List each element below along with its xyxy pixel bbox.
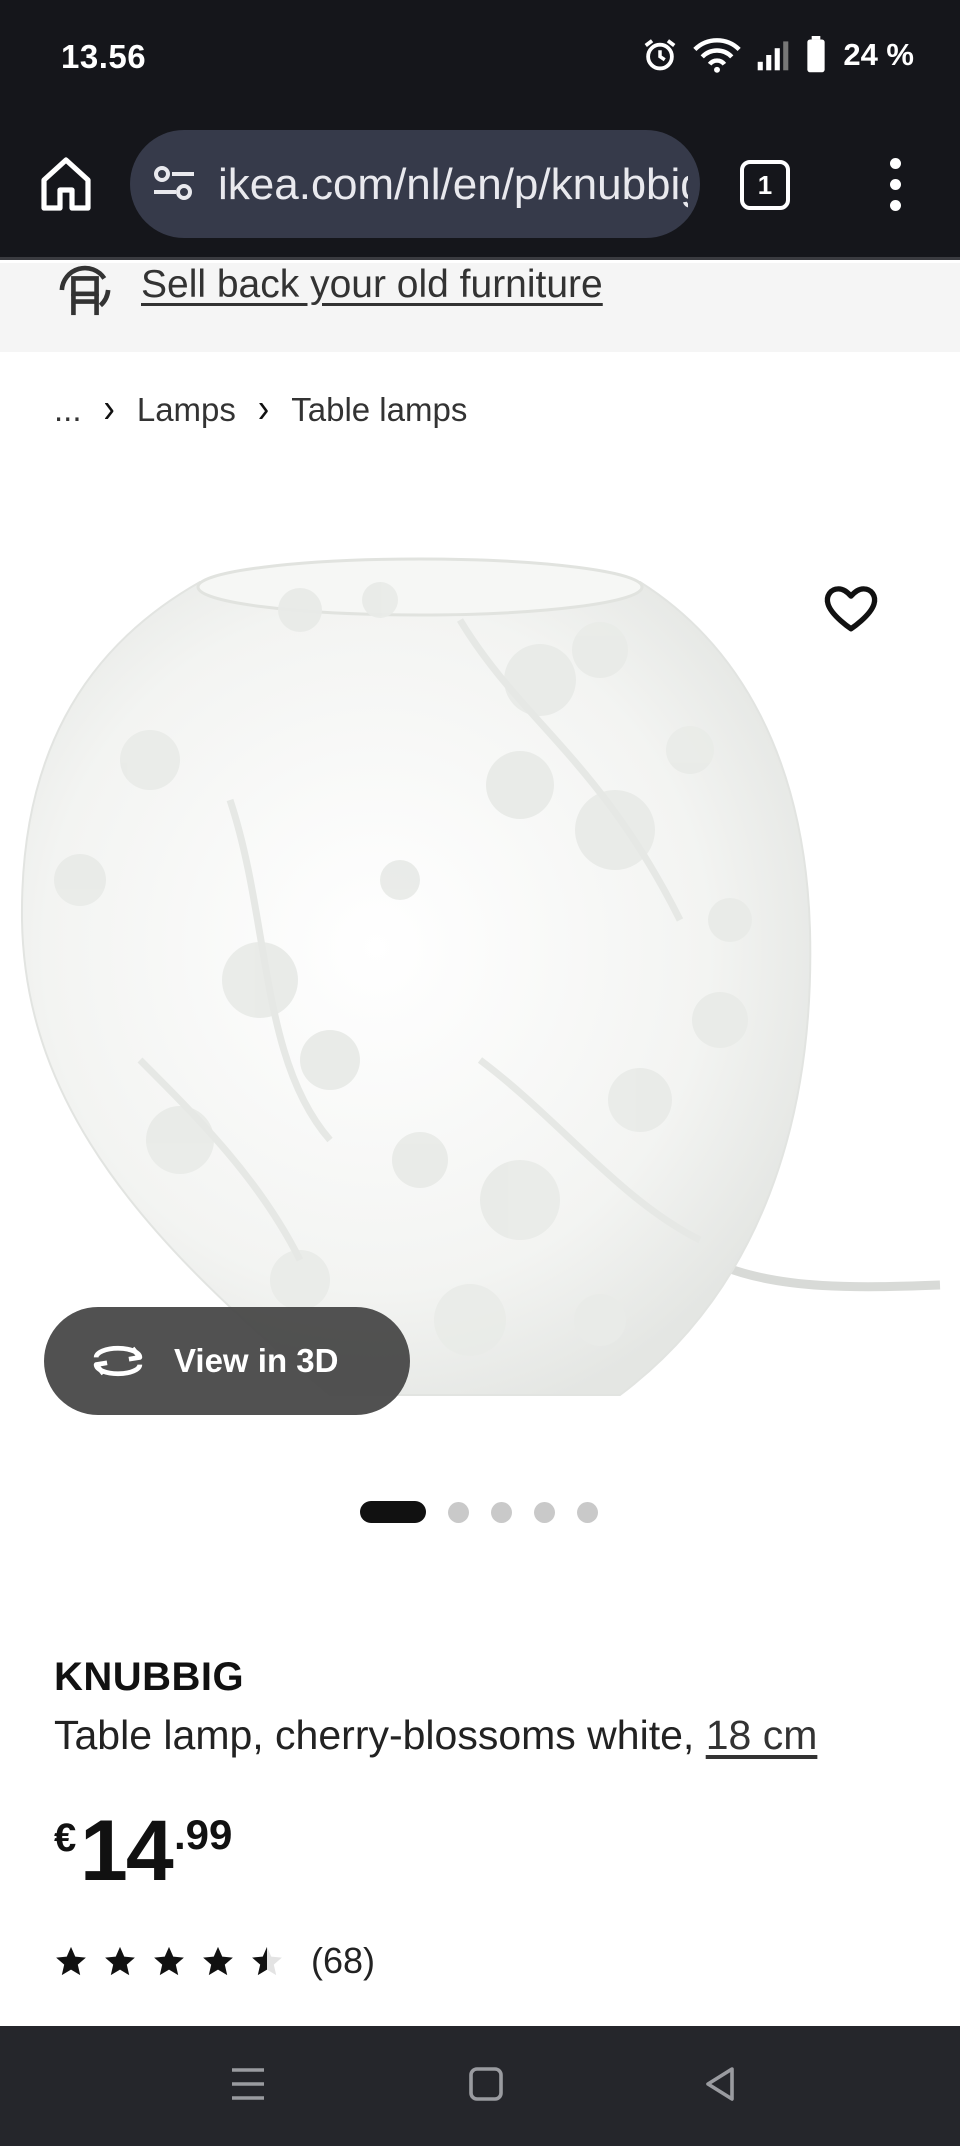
product-size-link[interactable]: 18 cm <box>706 1712 818 1758</box>
url-text[interactable]: ikea.com/nl/en/p/knubbig <box>218 160 688 210</box>
back-nav-icon[interactable] <box>702 2064 738 2104</box>
product-description-text: Table lamp, cherry-blossoms white, <box>54 1712 695 1758</box>
site-settings-icon[interactable] <box>152 164 196 204</box>
carousel-dot-active[interactable] <box>360 1501 426 1523</box>
status-bar: 13.56 24 % <box>0 0 960 118</box>
heart-icon[interactable] <box>822 578 880 636</box>
product-name: KNUBBIG <box>54 1655 245 1699</box>
carousel-dot[interactable] <box>448 1501 469 1523</box>
star-half-icon <box>252 1946 282 1976</box>
sell-back-icon <box>59 265 111 316</box>
tab-switcher-button[interactable]: 1 <box>740 160 790 210</box>
price-decimal: .99 <box>174 1811 233 1858</box>
breadcrumb-item-lamps[interactable]: Lamps <box>137 391 236 429</box>
browser-toolbar: ikea.com/nl/en/p/knubbig 1 <box>0 118 960 260</box>
recents-icon[interactable] <box>230 2064 266 2104</box>
product-description: Table lamp, cherry-blossoms white, 18 cm <box>54 1712 817 1759</box>
rotate-3d-icon <box>93 1345 143 1377</box>
star-icon <box>154 1946 184 1976</box>
battery-percent: 24 % <box>843 37 914 72</box>
wifi-icon <box>693 38 742 73</box>
sell-back-banner: Sell back your old furniture <box>0 263 960 352</box>
carousel-dot[interactable] <box>491 1501 512 1523</box>
carousel-dot[interactable] <box>577 1501 598 1523</box>
status-icons: 24 % <box>641 36 914 74</box>
star-icon <box>203 1946 233 1976</box>
alarm-icon <box>644 39 676 71</box>
battery-icon <box>807 36 825 73</box>
breadcrumb-ellipsis[interactable]: ... <box>54 391 82 429</box>
home-icon[interactable] <box>38 153 94 215</box>
status-time: 13.56 <box>61 38 147 75</box>
address-bar[interactable]: ikea.com/nl/en/p/knubbig <box>130 130 700 238</box>
carousel-dots <box>360 1501 598 1523</box>
price-integer: 14 <box>80 1803 174 1899</box>
carousel-dot[interactable] <box>534 1501 555 1523</box>
more-vert-icon[interactable] <box>880 158 910 214</box>
system-nav-bar <box>0 2026 960 2146</box>
product-rating[interactable]: (68) <box>54 1940 375 1982</box>
signal-icon <box>758 41 789 71</box>
sell-back-link[interactable]: Sell back your old furniture <box>141 263 603 307</box>
star-icon <box>56 1946 86 1976</box>
chevron-right-icon: › <box>257 386 270 432</box>
view-in-3d-button[interactable]: View in 3D <box>44 1307 410 1415</box>
star-icon <box>105 1946 135 1976</box>
view-in-3d-label: View in 3D <box>174 1342 339 1379</box>
home-nav-icon[interactable] <box>468 2064 504 2104</box>
rating-count: (68) <box>311 1940 376 1981</box>
chevron-right-icon: › <box>103 386 115 432</box>
breadcrumb-item-table-lamps[interactable]: Table lamps <box>291 391 467 429</box>
price-currency: € <box>54 1816 77 1860</box>
breadcrumb: ... › Lamps › Table lamps <box>54 386 467 432</box>
